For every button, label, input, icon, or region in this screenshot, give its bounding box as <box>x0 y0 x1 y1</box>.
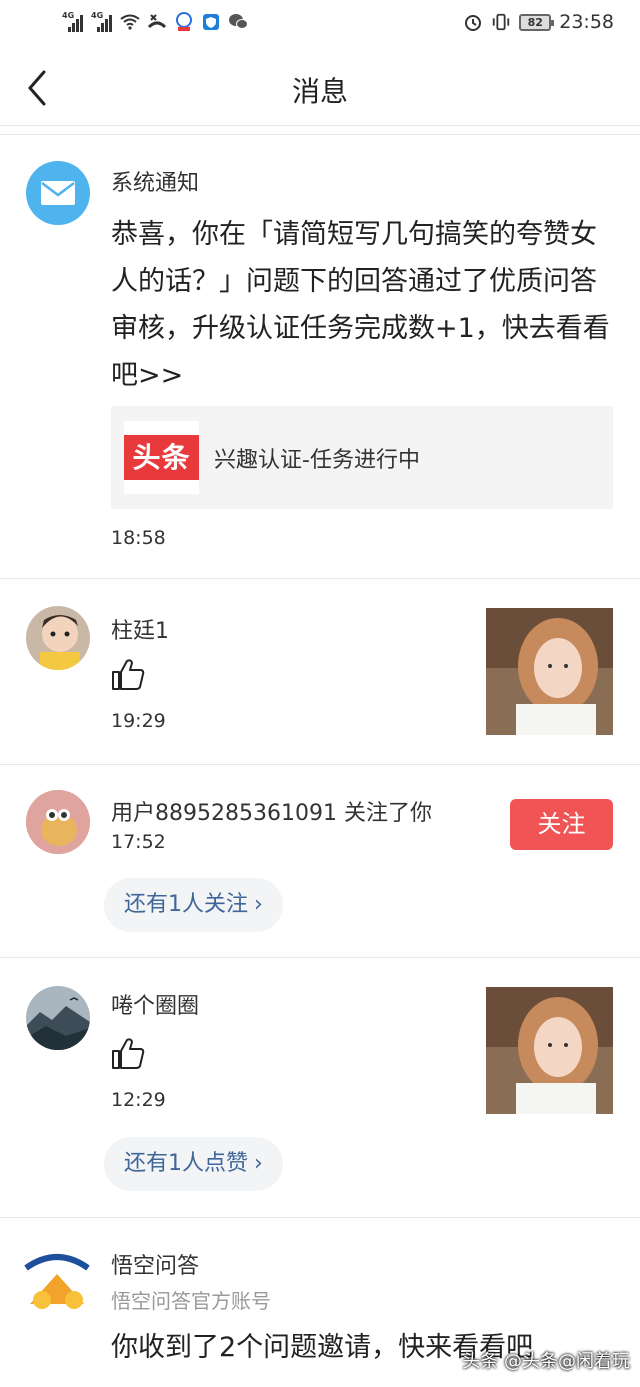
thumbs-up-icon <box>111 1036 145 1070</box>
signal-icon: 4G <box>62 11 84 32</box>
list-item-like[interactable]: 啳个圈圈 12:29 还有1人点赞 › <box>0 957 640 1217</box>
follow-button[interactable]: 关注 <box>510 799 613 850</box>
mail-icon <box>41 181 75 205</box>
avatar[interactable] <box>26 790 90 854</box>
timestamp: 19:29 <box>111 710 166 732</box>
vibrate-icon <box>491 12 511 32</box>
shield-icon <box>201 12 221 32</box>
timestamp: 12:29 <box>111 1089 166 1111</box>
sender-name: 系统通知 <box>111 171 200 196</box>
more-followers-button[interactable]: 还有1人关注 › <box>104 878 283 932</box>
sender-name[interactable]: 用户8895285361091 关注了你 <box>111 795 432 827</box>
message-text[interactable]: 恭喜，你在「请简短写几句搞笑的夸赞女人的话？」问题下的回答通过了优质问答审核，升… <box>111 211 616 399</box>
sender-subtitle: 悟空问答官方账号 <box>111 1289 271 1313</box>
list-item-system-notice[interactable]: 系统通知 恭喜，你在「请简短写几句搞笑的夸赞女人的话？」问题下的回答通过了优质问… <box>0 134 640 578</box>
chevron-right-icon: › <box>254 1151 263 1176</box>
avatar <box>26 161 90 225</box>
watermark: 头条 @头条@闲着玩 <box>462 1351 630 1372</box>
signal-icon: 4G <box>91 11 113 32</box>
task-card[interactable]: 头条 兴趣认证-任务进行中 <box>111 406 613 509</box>
sender-name[interactable]: 柱廷1 <box>111 613 169 645</box>
list-item-like[interactable]: 柱廷1 19:29 <box>0 578 640 764</box>
timestamp: 18:58 <box>111 527 166 549</box>
more-label: 还有1人关注 <box>124 892 248 917</box>
sender-name[interactable]: 悟空问答 <box>111 1248 199 1280</box>
card-text: 兴趣认证-任务进行中 <box>214 448 420 473</box>
status-bar: 4G 4G 82 23:58 <box>0 0 640 50</box>
chevron-right-icon: › <box>254 892 263 917</box>
battery-icon: 82 <box>519 13 555 31</box>
wifi-icon <box>120 12 140 32</box>
avatar[interactable] <box>20 1244 94 1316</box>
sender-name[interactable]: 啳个圈圈 <box>111 988 199 1020</box>
wechat-icon <box>228 12 248 32</box>
nav-bar: 消息 <box>0 50 640 126</box>
avatar[interactable] <box>26 986 90 1050</box>
missed-call-icon <box>147 12 167 32</box>
answer-thumbnail[interactable] <box>486 608 613 735</box>
more-label: 还有1人点赞 <box>124 1151 248 1176</box>
list-item-follow[interactable]: 用户8895285361091 关注了你 17:52 关注 还有1人关注 › <box>0 764 640 957</box>
clock: 23:58 <box>559 11 614 33</box>
notification-icon <box>174 12 194 32</box>
toutiao-logo: 头条 <box>124 421 199 494</box>
more-likes-button[interactable]: 还有1人点赞 › <box>104 1137 283 1191</box>
list-item-wukong[interactable]: 悟空问答 悟空问答官方账号 你收到了2个问题邀请，快来看看吧 头条 @头条@闲着… <box>0 1217 640 1387</box>
answer-thumbnail[interactable] <box>486 987 613 1114</box>
thumbs-up-icon <box>111 657 145 691</box>
alarm-icon <box>463 12 483 32</box>
avatar[interactable] <box>26 606 90 670</box>
timestamp: 17:52 <box>111 831 166 853</box>
page-title: 消息 <box>291 75 348 108</box>
